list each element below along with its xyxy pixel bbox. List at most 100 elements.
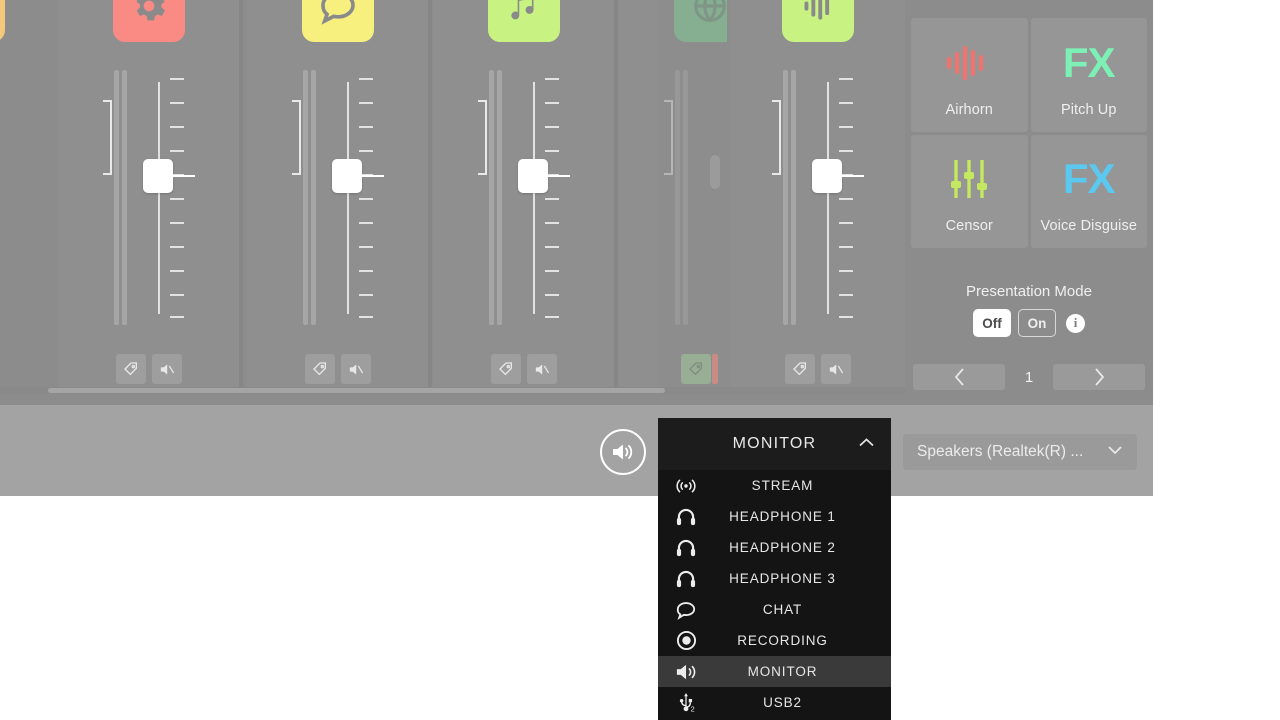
horizontal-scrollbar[interactable] [0,387,905,394]
meter-range-bracket [292,100,301,175]
next-page-button[interactable] [1053,364,1145,390]
svg-text:2: 2 [691,704,696,713]
vertical-scroll-nub[interactable] [710,155,720,189]
dropdown-item-headphone-2[interactable]: HEADPHONE 2 [658,532,891,563]
monitor-dropdown: MONITOR STREAM HEADPHONE 1 HEADPHONE 2 H… [658,418,891,720]
dropdown-item-label: MONITOR [747,664,818,679]
dropdown-item-label: HEADPHONE 1 [729,509,836,524]
speaker-volume-icon [658,662,714,682]
level-meter-right [122,70,127,325]
monitor-dropdown-header[interactable]: MONITOR [658,418,891,470]
fader-track[interactable] [347,82,349,314]
presentation-mode-on-button[interactable]: On [1018,309,1056,337]
fx-button-censor[interactable]: Censor [911,134,1028,248]
music-note-icon[interactable] [487,0,560,42]
level-meter [783,70,799,325]
fader-scale-ticks [545,78,559,318]
dropdown-item-recording[interactable]: RECORDING [658,625,891,656]
fx-button-voice-disguise[interactable]: FX Voice Disguise [1030,134,1147,248]
channel-strip-chat[interactable] [247,0,432,394]
presentation-mode-title: Presentation Mode [966,283,1092,300]
level-meter [675,70,691,325]
headphone-icon [658,569,714,589]
meter-range-bracket [478,100,487,175]
level-meter-right [791,70,796,325]
fx-pagination: 1 [913,364,1145,390]
dropdown-item-headphone-1[interactable]: HEADPHONE 1 [658,501,891,532]
info-icon[interactable]: i [1066,313,1085,333]
dropdown-item-chat[interactable]: CHAT [658,594,891,625]
fader-thumb[interactable] [332,159,384,193]
dropdown-item-monitor[interactable]: MONITOR [658,656,891,687]
dropdown-item-label: HEADPHONE 3 [729,571,836,586]
chevron-up-icon[interactable] [858,435,875,453]
fader-track[interactable] [827,82,829,314]
tag-icon[interactable] [304,354,335,384]
mute-icon[interactable] [526,354,557,384]
channel-strip-aux[interactable] [727,0,905,394]
meter-range-bracket [772,100,781,175]
meter-range-bracket [664,100,673,175]
fx-art-text: FX [1062,155,1116,203]
tag-icon[interactable] [115,354,146,384]
level-meter-right [497,70,502,325]
dropdown-item-label: USB2 [763,695,802,710]
effects-grid: Airhorn FX Pitch Up Censor FX Voice Disg… [911,18,1147,248]
dropdown-item-label: CHAT [762,602,803,617]
usb-icon: 2 [658,692,714,714]
mute-icon[interactable] [151,354,182,384]
level-meter [114,70,130,325]
broadcast-icon [658,478,714,494]
monitor-dropdown-title: MONITOR [732,435,817,452]
fader-thumb[interactable] [143,159,195,193]
waveform-icon[interactable] [781,0,854,42]
chat-bubble-icon [658,600,714,620]
fader-scale-ticks [839,78,853,318]
channel-button-row [433,354,614,384]
headphone-icon [658,538,714,558]
level-meter-left [114,70,119,325]
dropdown-item-label: RECORDING [737,633,828,648]
chat-bubble-icon[interactable] [301,0,374,42]
presentation-mode-off-button[interactable]: Off [973,309,1011,337]
fader-scale-ticks [359,78,373,318]
sliders-icon [948,148,990,210]
tag-icon[interactable] [681,354,711,384]
fx-button-pitch-up[interactable]: FX Pitch Up [1030,18,1147,132]
fader-track[interactable] [533,82,535,314]
speaker-volume-icon[interactable] [600,429,646,475]
level-meter [303,70,319,325]
channel-button-row [727,354,905,384]
dropdown-item-headphone-3[interactable]: HEADPHONE 3 [658,563,891,594]
channel-strip-system[interactable] [58,0,243,394]
channel-icon-partial[interactable] [0,0,5,42]
level-meter-right [683,70,688,325]
record-dot-icon [658,630,714,651]
level-meter-right [311,70,316,325]
fx-label: Voice Disguise [1040,218,1137,235]
level-meter-left [303,70,308,325]
fader-thumb[interactable] [518,159,570,193]
prev-page-button[interactable] [913,364,1005,390]
channel-button-row [58,354,239,384]
chevron-down-icon [1107,443,1123,461]
tag-icon[interactable] [784,354,815,384]
mute-icon[interactable] [820,354,851,384]
mute-icon[interactable] [340,354,371,384]
fx-label: Censor [945,218,993,235]
fx-label: Airhorn [945,101,993,118]
fx-button-airhorn[interactable]: Airhorn [911,18,1028,132]
fader-thumb[interactable] [812,159,864,193]
fader-track[interactable] [158,82,160,314]
channel-strip-music[interactable] [433,0,618,394]
fx-text-glyph: FX [1062,148,1116,210]
tag-icon[interactable] [490,354,521,384]
level-meter-left [783,70,788,325]
dropdown-item-usb2[interactable]: 2 USB2 [658,687,891,718]
gear-icon[interactable] [112,0,185,42]
mixer-application-window: Airhorn FX Pitch Up Censor FX Voice Disg… [0,0,1153,496]
dropdown-item-label: HEADPHONE 2 [729,540,836,555]
output-device-select[interactable]: Speakers (Realtek(R) ... [903,434,1137,470]
fx-art-text: FX [1062,38,1116,86]
dropdown-item-stream[interactable]: STREAM [658,470,891,501]
